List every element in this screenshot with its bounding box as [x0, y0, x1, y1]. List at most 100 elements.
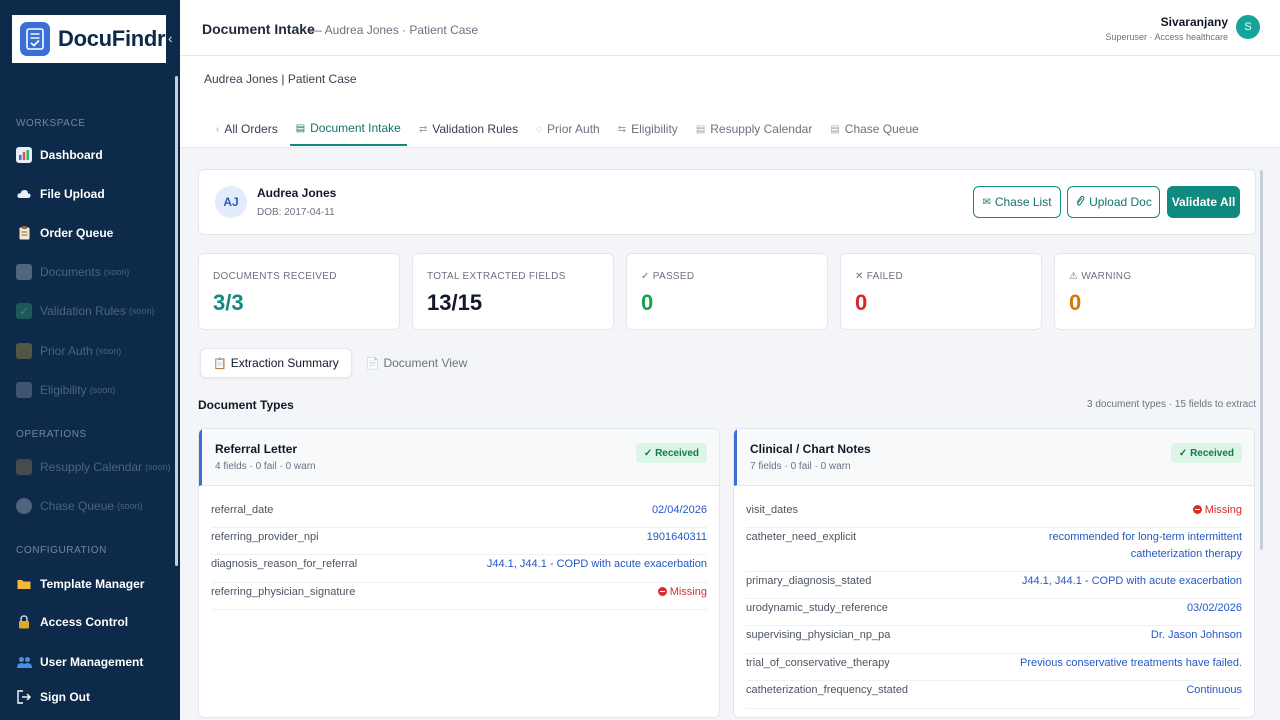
sidebar-item-label: Dashboard: [40, 148, 103, 162]
building-icon: [16, 382, 32, 398]
check-circle-icon: ◌: [536, 123, 543, 135]
sidebar-item-prior-auth: Prior Auth (soon): [16, 341, 121, 361]
field-name: supervising_physician_np_pa: [746, 629, 891, 641]
field-name: visit_dates: [746, 504, 798, 516]
folder-icon: [16, 576, 32, 592]
sidebar-item-file-upload[interactable]: File Upload: [16, 184, 105, 204]
button-label: Chase List: [994, 195, 1052, 209]
sidebar-item-label: Documents: [40, 265, 101, 279]
document-icon: ▤: [295, 122, 306, 134]
field-name: urodynamic_study_reference: [746, 602, 888, 614]
sidebar-item-label: User Management: [40, 655, 144, 669]
button-label: Upload Doc: [1089, 195, 1152, 209]
field-name: primary_diagnosis_stated: [746, 575, 872, 587]
stat-value: 13/15: [427, 290, 483, 315]
lock-icon: [16, 343, 32, 359]
tab-eligibility[interactable]: ⇆ Eligibility: [612, 112, 684, 146]
check-icon: ✓: [16, 303, 32, 319]
section-operations: OPERATIONS: [16, 429, 87, 440]
sidebar-item-access-control[interactable]: Access Control: [16, 612, 128, 632]
soon-label: (soon): [89, 385, 116, 395]
stat-total-extracted-fields: TOTAL EXTRACTED FIELDS 13/15: [412, 253, 614, 330]
tab-prior-auth[interactable]: ◌ Prior Auth: [530, 112, 606, 146]
doc-name: Referral Letter: [215, 442, 298, 456]
soon-label: (soon): [117, 501, 143, 511]
chat-icon: [16, 498, 32, 514]
field-name: diagnosis_reason_for_referral: [211, 558, 358, 570]
stat-label: TOTAL EXTRACTED FIELDS: [427, 271, 566, 282]
stat-value: 0: [1069, 290, 1082, 315]
field-row: catheterization_frequency_stated Continuo…: [746, 681, 1242, 709]
calendar-icon: ▤: [695, 123, 706, 135]
box-icon: [16, 459, 32, 475]
field-value: J44.1, J44.1 - COPD with acute exacerbat…: [486, 558, 707, 570]
sidebar-scrollbar[interactable]: [175, 76, 178, 566]
main-scrollbar[interactable]: [1260, 170, 1263, 550]
tab-resupply-calendar[interactable]: ▤ Resupply Calendar: [690, 112, 819, 146]
tab-all-orders[interactable]: ‹ All Orders: [210, 112, 284, 146]
patient-card: AJ Audrea Jones DOB: 2017-04-11 ✉ Chase …: [198, 169, 1256, 235]
tab-label: Document View: [383, 356, 468, 370]
field-name: catheterization_frequency_stated: [746, 684, 909, 696]
tab-label: Prior Auth: [547, 122, 600, 136]
tab-label: Chase Queue: [844, 122, 919, 136]
section-configuration: CONFIGURATION: [16, 545, 107, 556]
tab-chase-queue[interactable]: ▤ Chase Queue: [824, 112, 925, 146]
tab-document-view[interactable]: 📄 Document View: [354, 348, 480, 378]
field-name: referral_date: [211, 504, 274, 516]
field-value-missing: Missing: [657, 584, 707, 601]
app-name: DocuFindr: [58, 26, 166, 51]
avatar[interactable]: S: [1236, 15, 1260, 39]
upload-doc-button[interactable]: Upload Doc: [1067, 186, 1160, 218]
sidebar-item-user-management[interactable]: User Management: [16, 652, 143, 672]
logo-icon: [20, 22, 50, 56]
stat-failed: ✕ FAILED 0: [840, 253, 1042, 330]
sidebar-item-dashboard[interactable]: Dashboard: [16, 145, 103, 165]
tab-extraction-summary[interactable]: 📋 Extraction Summary: [200, 348, 352, 378]
stat-documents-received: DOCUMENTS RECEIVED 3/3: [198, 253, 400, 330]
sidebar-item-eligibility: Eligibility (soon): [16, 380, 115, 400]
transfer-icon: ⇆: [617, 123, 627, 135]
sign-out-label: Sign Out: [40, 690, 90, 704]
stat-label: ⚠ WARNING: [1069, 271, 1132, 282]
sign-out-button[interactable]: Sign Out: [16, 687, 90, 707]
sidebar-item-label: Access Control: [40, 615, 129, 629]
field-row: referring_physician_signature Missing: [211, 583, 707, 610]
page-title: Document Intake: [202, 21, 315, 37]
validate-all-button[interactable]: Validate All: [1167, 186, 1240, 218]
sidebar: DocuFindr ‹ WORKSPACE Dashboard File Upl…: [0, 0, 180, 720]
sidebar-item-order-queue[interactable]: Order Queue: [16, 223, 113, 243]
clipboard-icon: [16, 225, 32, 241]
field-value: Previous conservative treatments have fa…: [1020, 657, 1242, 669]
doc-meta: 4 fields · 0 fail · 0 warn: [215, 461, 316, 472]
sidebar-item-label: Chase Queue: [40, 499, 115, 513]
queue-icon: ▤: [830, 123, 840, 135]
stat-label: ✓ PASSED: [641, 271, 695, 282]
field-row: trial_of_conservative_therapy Previous co…: [746, 654, 1242, 681]
sidebar-item-label: Resupply Calendar: [40, 460, 143, 474]
tab-document-intake[interactable]: ▤ Document Intake: [289, 112, 407, 146]
field-row: visit_dates Missing: [746, 501, 1242, 528]
doc-meta: 7 fields · 0 fail · 0 warn: [750, 461, 851, 472]
stat-label: ✕ FAILED: [855, 271, 904, 282]
collapse-sidebar-icon[interactable]: ‹: [168, 30, 173, 46]
case-header: Audrea Jones | Patient Case ‹ All Orders…: [180, 56, 1280, 148]
field-row: referral_date 02/04/2026: [211, 501, 707, 528]
sidebar-item-chase-queue: Chase Queue (soon): [16, 496, 143, 516]
soon-label: (soon): [95, 346, 122, 356]
app-logo[interactable]: DocuFindr: [12, 15, 166, 63]
page-icon: 📄: [365, 357, 380, 370]
stat-warning: ⚠ WARNING 0: [1054, 253, 1256, 330]
doc-name: Clinical / Chart Notes: [750, 442, 871, 456]
field-name: catheter_need_explicit: [746, 531, 857, 543]
chase-list-button[interactable]: ✉ Chase List: [973, 186, 1061, 218]
back-chevron-icon: ‹: [216, 123, 220, 135]
tab-validation-rules[interactable]: ⇄ Validation Rules: [413, 112, 524, 146]
sidebar-item-template-manager[interactable]: Template Manager: [16, 574, 144, 594]
stat-label: DOCUMENTS RECEIVED: [213, 271, 337, 282]
sidebar-item-label: File Upload: [40, 187, 105, 201]
field-value: Continuous: [1186, 684, 1242, 696]
cloud-icon: [16, 186, 32, 202]
status-badge: ✓ Received: [1170, 443, 1242, 463]
doc-card-referral-letter: Referral Letter 4 fields · 0 fail · 0 wa…: [198, 428, 720, 718]
